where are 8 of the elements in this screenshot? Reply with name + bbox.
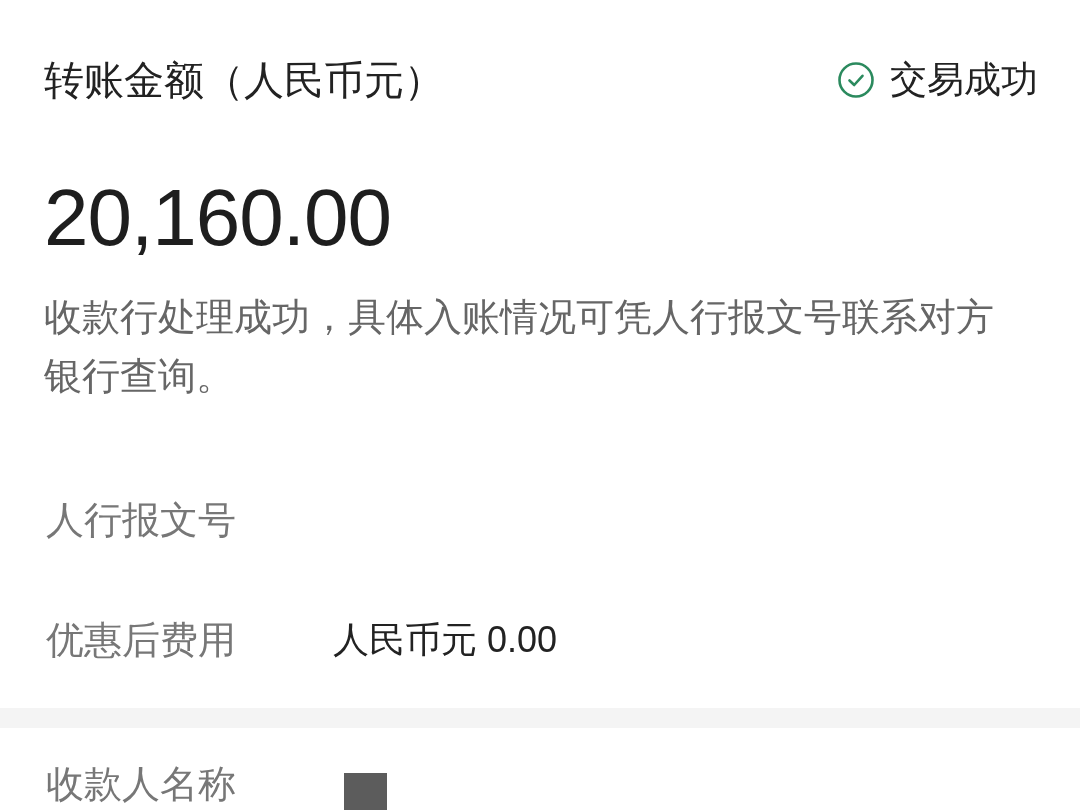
amount-value: 20,160.00 — [44, 172, 391, 264]
note-text: 收款行处理成功，具体入账情况可凭人行报文号联系对方银行查询。 — [44, 295, 995, 399]
amount-label: 转账金额（人民币元） — [44, 57, 444, 104]
field-label: 人行报文号 — [46, 500, 236, 540]
field-value: 人民币元 0.00 — [333, 620, 558, 660]
field-label: 优惠后费用 — [46, 620, 236, 660]
field-label: 收款人名称 — [46, 764, 236, 804]
status-text: 交易成功 — [890, 58, 1038, 102]
